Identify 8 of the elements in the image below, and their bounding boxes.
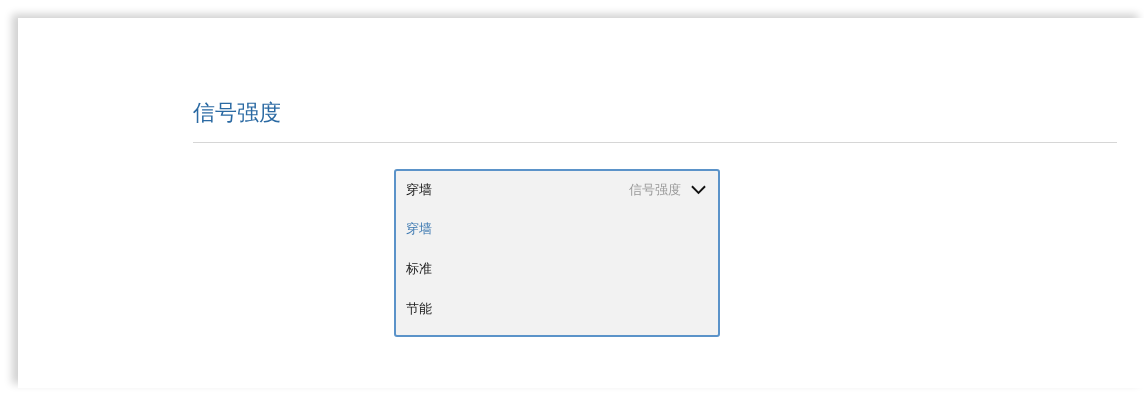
dropdown-option[interactable]: 节能 — [396, 289, 718, 329]
dropdown-option[interactable]: 标准 — [396, 249, 718, 289]
dropdown-label: 信号强度 — [629, 181, 681, 199]
dropdown-value: 穿墙 — [406, 181, 432, 199]
section-title: 信号强度 — [193, 99, 282, 127]
dropdown-option[interactable]: 穿墙 — [396, 209, 718, 249]
dropdown[interactable]: 穿墙 信号强度 穿墙 标准 节能 — [394, 169, 720, 337]
chevron-down-icon[interactable] — [691, 185, 706, 195]
